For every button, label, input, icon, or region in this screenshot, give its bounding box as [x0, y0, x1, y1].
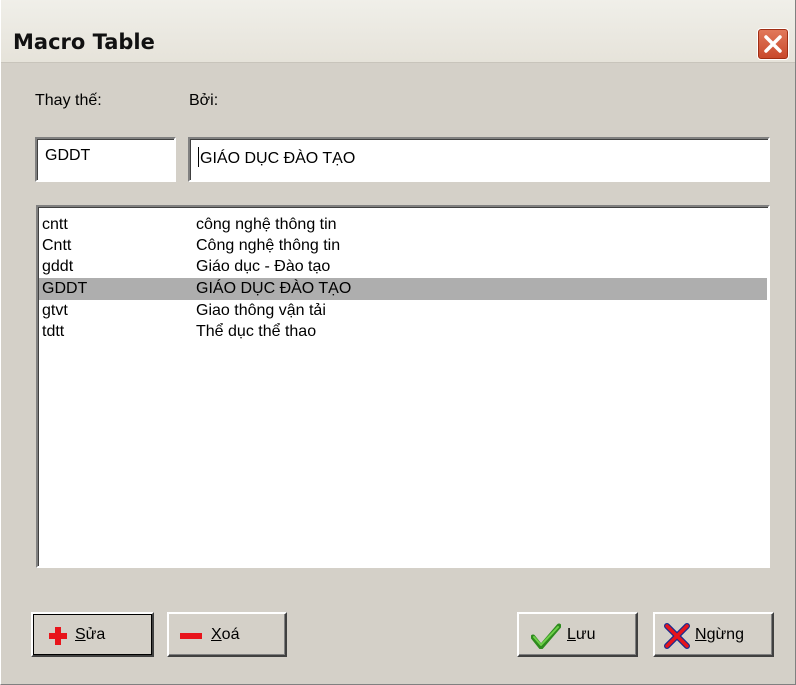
- macro-value: Giao thông vận tải: [196, 302, 326, 319]
- title-bar[interactable]: Macro Table: [1, 0, 795, 63]
- text-caret: [198, 147, 199, 167]
- close-icon: [764, 35, 782, 53]
- delete-button[interactable]: Xoá: [167, 612, 287, 657]
- list-item[interactable]: cntt công nghệ thông tin: [39, 215, 767, 235]
- save-button-label: Lưu: [567, 626, 596, 643]
- stop-button-label: Ngừng: [695, 626, 744, 643]
- list-item[interactable]: gtvt Giao thông vận tải: [39, 301, 767, 321]
- macro-list[interactable]: cntt công nghệ thông tin Cntt Công nghệ …: [36, 205, 770, 568]
- minus-icon: [180, 633, 202, 639]
- delete-button-label: Xoá: [211, 626, 240, 643]
- macro-key: tdtt: [42, 323, 65, 340]
- macro-table-dialog: Macro Table Thay thế: Bởi: GDDT GIÁO DỤC…: [0, 0, 796, 685]
- macro-key: cntt: [42, 216, 68, 233]
- macro-value: GIÁO DỤC ĐÀO TẠO: [196, 280, 352, 297]
- macro-key: gddt: [42, 258, 74, 275]
- checkmark-icon: [531, 623, 561, 649]
- close-button[interactable]: [757, 28, 789, 60]
- with-label: Bởi:: [189, 92, 219, 109]
- macro-value: Công nghệ thông tin: [196, 237, 341, 254]
- macro-key: Cntt: [42, 237, 72, 254]
- list-item[interactable]: Cntt Công nghệ thông tin: [39, 236, 767, 256]
- with-input[interactable]: GIÁO DỤC ĐÀO TẠO: [188, 137, 770, 182]
- stop-button[interactable]: Ngừng: [653, 612, 774, 657]
- macro-value: công nghệ thông tin: [196, 216, 337, 233]
- macro-value: Giáo dục - Đào tạo: [196, 258, 331, 275]
- macro-value: Thể dục thể thao: [196, 323, 317, 340]
- x-mark-icon: [664, 623, 690, 649]
- plus-icon: [49, 627, 67, 645]
- save-button[interactable]: Lưu: [517, 612, 638, 657]
- edit-button-label: Sửa: [75, 626, 106, 643]
- macro-key: GDDT: [42, 280, 88, 297]
- list-item-selected[interactable]: GDDT GIÁO DỤC ĐÀO TẠO: [39, 278, 767, 300]
- macro-key: gtvt: [42, 302, 68, 319]
- replace-input[interactable]: GDDT: [35, 137, 176, 182]
- list-item[interactable]: gddt Giáo dục - Đào tạo: [39, 257, 767, 277]
- replace-input-value: GDDT: [45, 147, 91, 164]
- window-title: Macro Table: [13, 30, 155, 54]
- list-item[interactable]: tdtt Thể dục thể thao: [39, 322, 767, 342]
- replace-label: Thay thế:: [35, 92, 102, 109]
- edit-button[interactable]: Sửa: [31, 612, 154, 657]
- with-input-value: GIÁO DỤC ĐÀO TẠO: [200, 150, 356, 167]
